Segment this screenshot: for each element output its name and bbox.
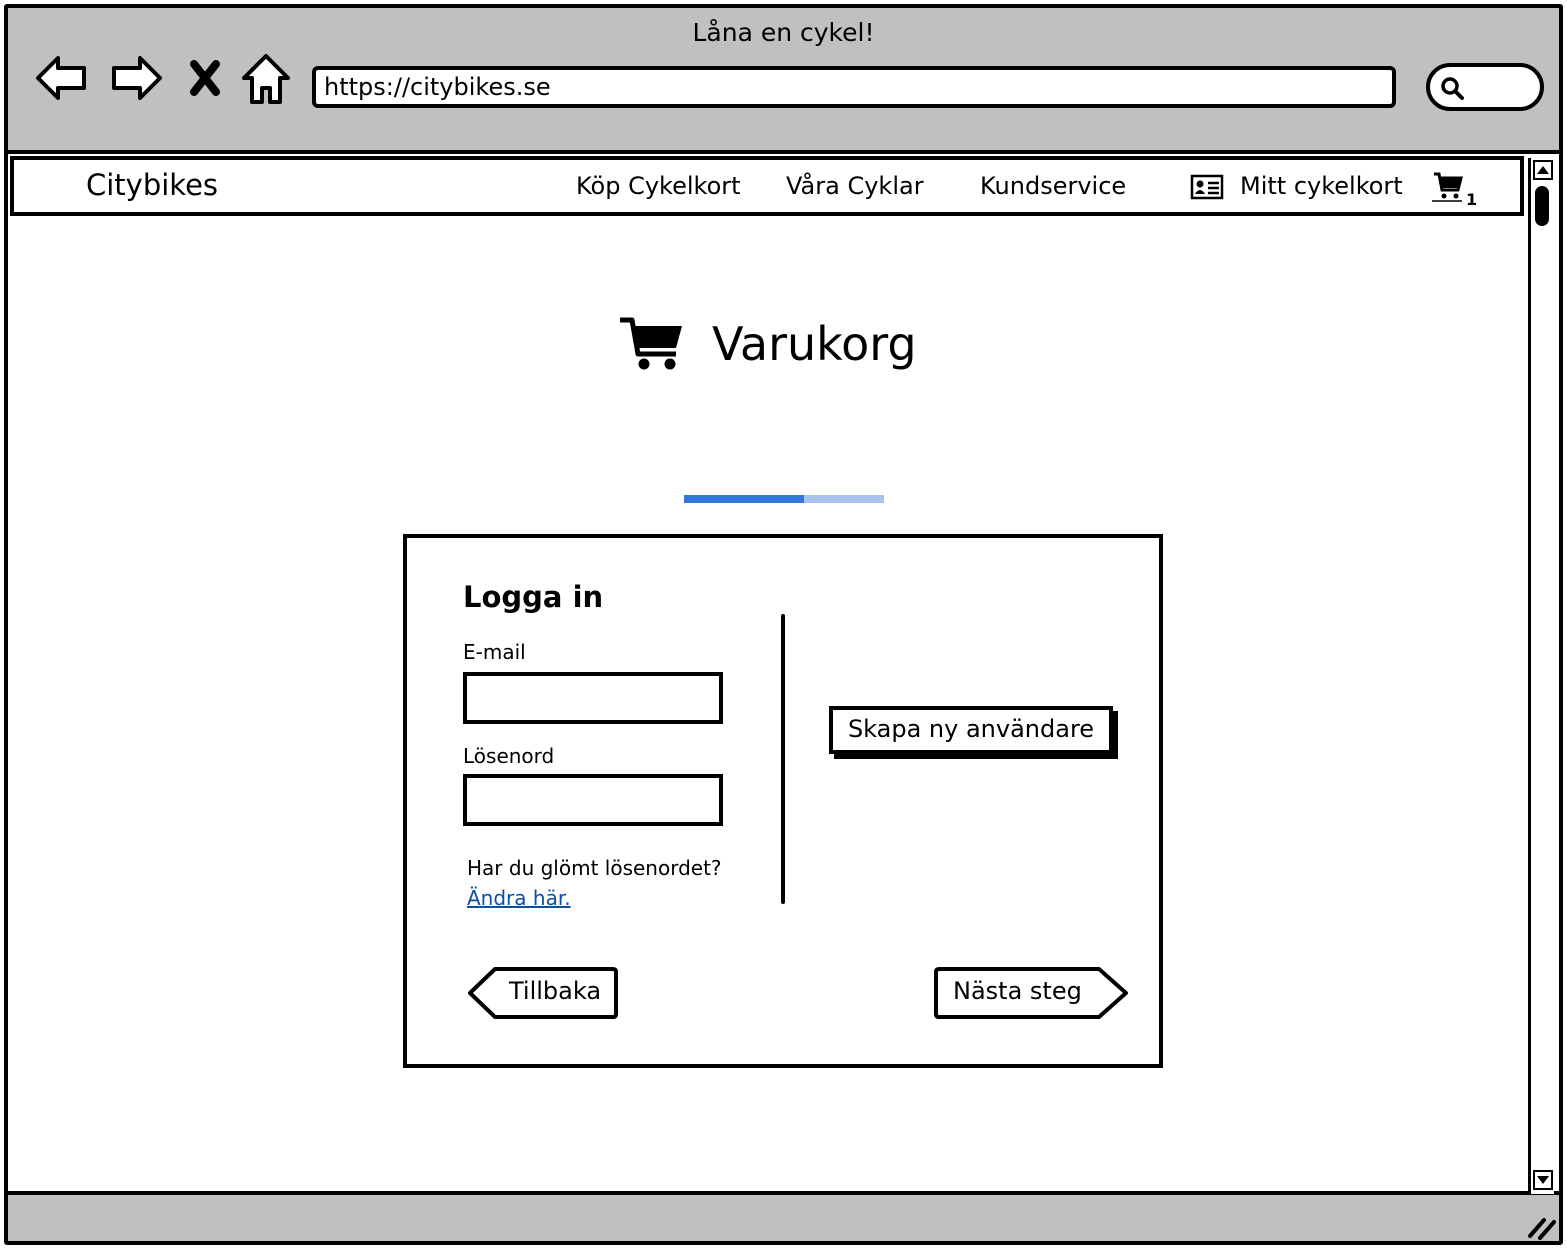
home-icon[interactable] [236, 48, 296, 108]
back-arrow-icon[interactable] [32, 48, 92, 108]
reset-password-link[interactable]: Ändra här. [467, 886, 571, 910]
vertical-divider [781, 614, 785, 904]
password-label: Lösenord [463, 744, 555, 768]
next-step-button-label: Nästa steg [953, 977, 1082, 1005]
nav-link-my-card[interactable]: Mitt cykelkort [1240, 172, 1403, 200]
id-card-icon [1190, 174, 1224, 200]
scroll-down-arrow-icon[interactable] [1533, 1170, 1553, 1190]
checkout-progress-bar [684, 495, 884, 503]
browser-window: Låna en cykel! https://citybikes.se City… [4, 4, 1563, 1245]
scroll-thumb[interactable] [1535, 186, 1549, 226]
cart-icon [620, 317, 682, 370]
vertical-scrollbar[interactable] [1528, 158, 1554, 1194]
login-panel: Logga in E-mail Lösenord Har du glömt lö… [403, 534, 1163, 1068]
page-viewport: Citybikes Köp Cykelkort Våra Cyklar Kund… [8, 150, 1559, 1195]
cart-count-badge: 1 [1466, 190, 1478, 209]
nav-link-customer-service[interactable]: Kundservice [980, 172, 1126, 200]
url-bar[interactable]: https://citybikes.se [312, 66, 1396, 108]
next-step-button[interactable]: Nästa steg [933, 966, 1129, 1020]
login-title: Logga in [463, 580, 604, 614]
back-button[interactable]: Tillbaka [467, 966, 619, 1020]
progress-fill [684, 495, 804, 503]
resize-grip-icon[interactable] [1526, 1214, 1556, 1240]
search-field[interactable] [1426, 63, 1544, 111]
page-title: Varukorg [712, 317, 917, 371]
cart-button[interactable]: 1 [1432, 170, 1482, 210]
site-navbar: Citybikes Köp Cykelkort Våra Cyklar Kund… [10, 156, 1524, 216]
page-heading: Varukorg [618, 314, 917, 374]
forgot-password-text: Har du glömt lösenordet? [467, 856, 722, 880]
email-label: E-mail [463, 640, 526, 664]
search-icon [1441, 77, 1464, 100]
nav-link-buy-card[interactable]: Köp Cykelkort [576, 172, 741, 200]
cart-icon [1432, 172, 1463, 202]
nav-link-our-bikes[interactable]: Våra Cyklar [786, 172, 924, 200]
email-field[interactable] [463, 672, 723, 724]
close-icon[interactable] [180, 48, 230, 108]
password-field[interactable] [463, 774, 723, 826]
scroll-up-arrow-icon[interactable] [1533, 160, 1553, 180]
back-button-label: Tillbaka [509, 977, 602, 1005]
create-user-button[interactable]: Skapa ny användare [829, 706, 1113, 754]
brand-logo[interactable]: Citybikes [86, 168, 218, 202]
window-title: Låna en cykel! [692, 18, 875, 47]
forward-arrow-icon[interactable] [106, 48, 166, 108]
